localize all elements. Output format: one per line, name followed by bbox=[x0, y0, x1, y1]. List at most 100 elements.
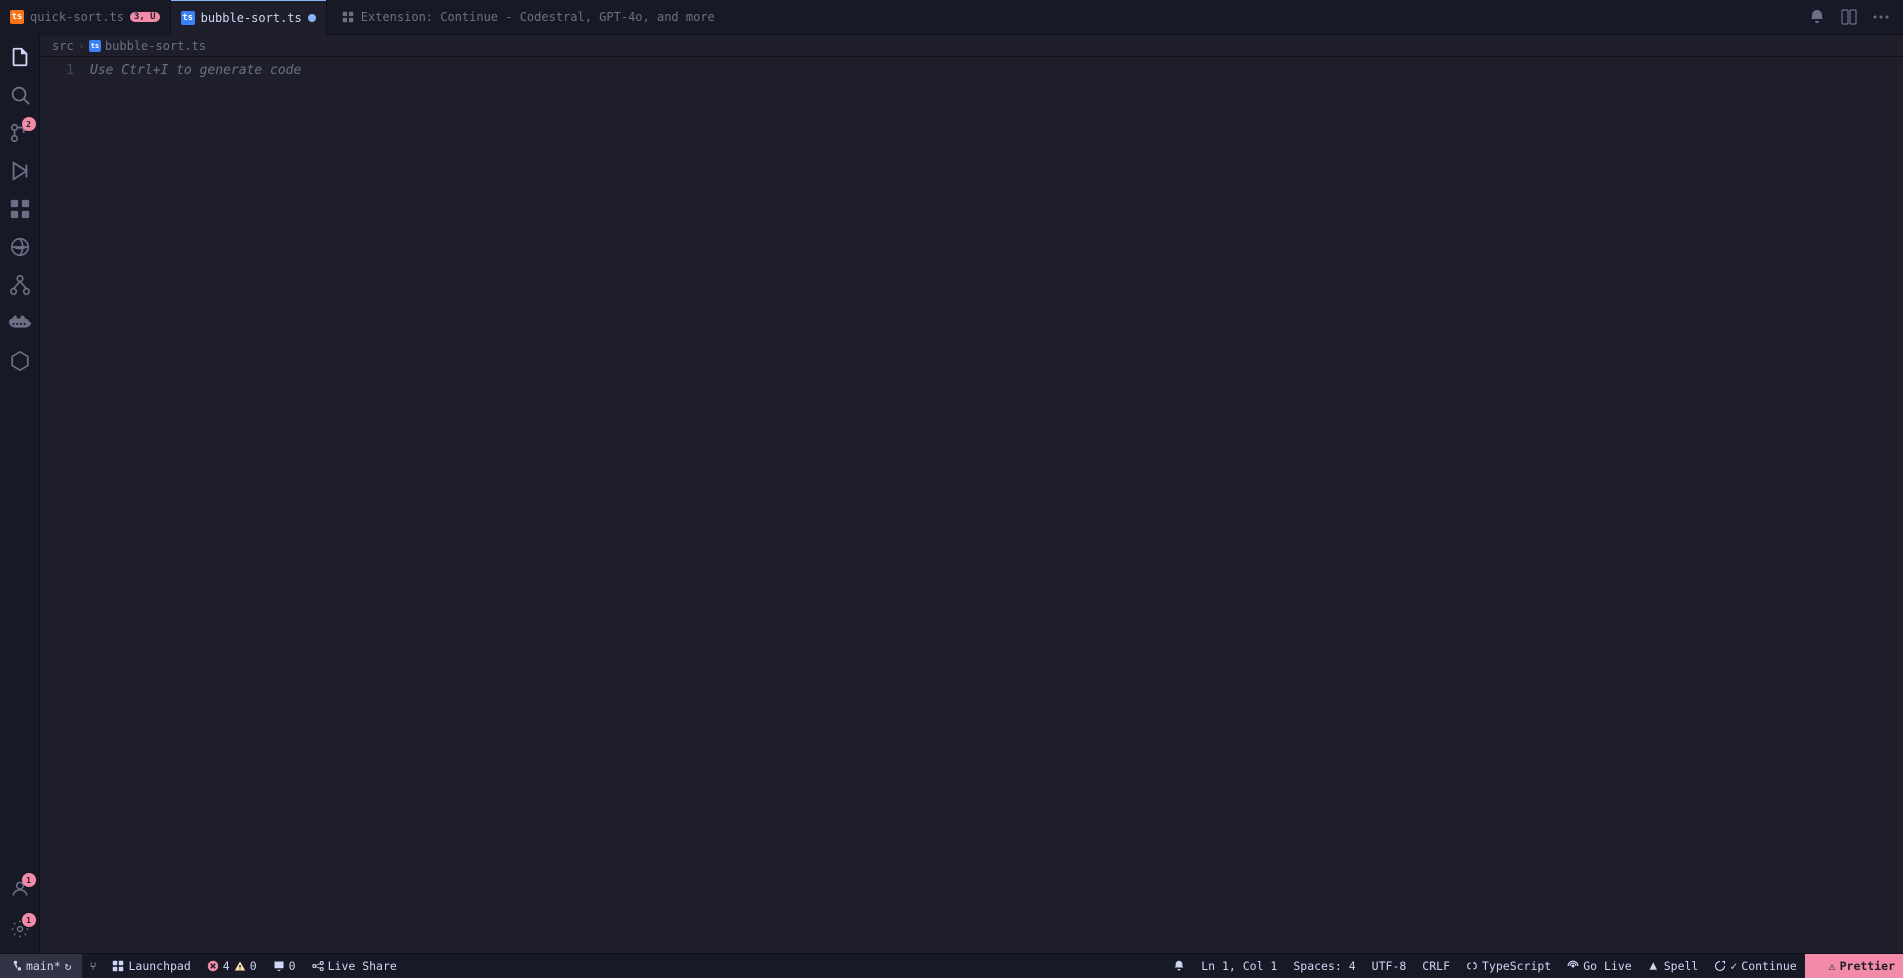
sidebar-item-extensions[interactable] bbox=[2, 191, 38, 227]
braces-icon bbox=[1466, 960, 1478, 972]
go-live-label: Go Live bbox=[1583, 959, 1631, 973]
error-icon bbox=[207, 960, 219, 972]
position-label: Ln 1, Col 1 bbox=[1201, 959, 1277, 973]
line-numbers: 1 bbox=[40, 57, 86, 953]
sidebar-item-hexagon[interactable] bbox=[2, 343, 38, 379]
message-icon bbox=[273, 960, 285, 972]
errors-count: 4 bbox=[223, 959, 230, 973]
code-line-1-text: Use Ctrl+I to generate code bbox=[90, 63, 301, 78]
status-spaces[interactable]: Spaces: 4 bbox=[1285, 954, 1363, 978]
status-position[interactable]: Ln 1, Col 1 bbox=[1193, 954, 1285, 978]
ts-icon-quick-sort: ts bbox=[10, 10, 24, 24]
broadcast-icon bbox=[1567, 960, 1579, 972]
code-line-1: Use Ctrl+I to generate code bbox=[86, 61, 1903, 81]
notifications-button[interactable] bbox=[1803, 3, 1831, 31]
status-bell[interactable] bbox=[1165, 954, 1193, 978]
prettier-icon bbox=[1813, 960, 1825, 972]
live-share-icon bbox=[312, 960, 324, 972]
status-continue[interactable]: ✓ Continue bbox=[1706, 954, 1804, 978]
spell-label: Spell bbox=[1664, 959, 1699, 973]
sidebar-item-remote[interactable] bbox=[2, 229, 38, 265]
git-branch-label: main* bbox=[26, 959, 61, 973]
status-encoding[interactable]: UTF-8 bbox=[1364, 954, 1415, 978]
tab-modified-dot bbox=[308, 14, 316, 22]
layout-icon bbox=[1841, 9, 1857, 25]
extension-tab-label: Extension: Continue - Codestral, GPT-4o,… bbox=[361, 10, 715, 24]
status-more-git[interactable]: ⑂ bbox=[82, 954, 105, 978]
live-share-label: Live Share bbox=[328, 959, 397, 973]
tab-label-bubble-sort: bubble-sort.ts bbox=[201, 11, 302, 25]
hexagon-icon bbox=[9, 350, 31, 372]
prettier-label: Prettier bbox=[1840, 959, 1895, 973]
sync-icon: ↻ bbox=[65, 959, 72, 973]
launchpad-label: Launchpad bbox=[128, 959, 190, 973]
titlebar-actions bbox=[1803, 3, 1903, 31]
more-git-icon: ⑂ bbox=[90, 959, 97, 973]
continue-check: ✓ bbox=[1730, 959, 1737, 973]
status-language[interactable]: TypeScript bbox=[1458, 954, 1559, 978]
continue-label: Continue bbox=[1741, 959, 1796, 973]
status-messages[interactable]: 0 bbox=[265, 954, 304, 978]
sidebar-item-explorer[interactable] bbox=[2, 39, 38, 75]
spaces-label: Spaces: 4 bbox=[1293, 959, 1355, 973]
status-errors[interactable]: 4 0 bbox=[199, 954, 265, 978]
sidebar-item-docker[interactable] bbox=[2, 305, 38, 341]
status-spell[interactable]: Spell bbox=[1640, 954, 1707, 978]
tab-badge-quick-sort: 3, U bbox=[130, 12, 160, 22]
extension-icon bbox=[341, 10, 355, 24]
status-go-live[interactable]: Go Live bbox=[1559, 954, 1639, 978]
sidebar-item-source-control[interactable]: 2 bbox=[2, 115, 38, 151]
line-num-1: 1 bbox=[40, 61, 74, 81]
tab-extension[interactable]: Extension: Continue - Codestral, GPT-4o,… bbox=[327, 10, 729, 24]
editor-area: src › ts bubble-sort.ts 1 Use Ctrl+I to … bbox=[40, 35, 1903, 953]
settings-badge: 1 bbox=[22, 913, 36, 927]
more-button[interactable] bbox=[1867, 3, 1895, 31]
launchpad-icon bbox=[112, 960, 124, 972]
spell-icon bbox=[1648, 960, 1660, 972]
docker-icon bbox=[9, 312, 31, 334]
titlebar: ts quick-sort.ts 3, U ts bubble-sort.ts … bbox=[0, 0, 1903, 35]
sidebar-item-gitlens[interactable] bbox=[2, 267, 38, 303]
search-icon bbox=[9, 84, 31, 106]
more-icon bbox=[1873, 9, 1889, 25]
tab-bubble-sort[interactable]: ts bubble-sort.ts bbox=[171, 0, 326, 35]
files-icon bbox=[9, 46, 31, 68]
tab-label-quick-sort: quick-sort.ts bbox=[30, 10, 124, 24]
layout-button[interactable] bbox=[1835, 3, 1863, 31]
branch-icon bbox=[10, 960, 22, 972]
status-left: main* ↻ ⑂ Launchpad 4 bbox=[0, 954, 405, 978]
activitybar: 2 bbox=[0, 35, 40, 953]
run-icon bbox=[9, 160, 31, 182]
tab-quick-sort[interactable]: ts quick-sort.ts 3, U bbox=[0, 0, 170, 35]
breadcrumb-src[interactable]: src bbox=[52, 39, 74, 53]
messages-count: 0 bbox=[289, 959, 296, 973]
bell-icon bbox=[1809, 9, 1825, 25]
accounts-badge: 1 bbox=[22, 873, 36, 887]
extensions-icon bbox=[9, 198, 31, 220]
code-content[interactable]: Use Ctrl+I to generate code bbox=[86, 57, 1903, 953]
status-prettier[interactable]: ⚠ Prettier bbox=[1805, 954, 1903, 978]
status-bell-icon bbox=[1173, 960, 1185, 972]
sidebar-item-run[interactable] bbox=[2, 153, 38, 189]
status-git-branch[interactable]: main* ↻ bbox=[0, 954, 82, 978]
source-control-badge: 2 bbox=[22, 117, 36, 131]
status-launchpad[interactable]: Launchpad bbox=[104, 954, 198, 978]
sidebar-item-settings[interactable]: 1 bbox=[2, 911, 38, 947]
sidebar-item-search[interactable] bbox=[2, 77, 38, 113]
prettier-warning: ⚠ bbox=[1829, 959, 1836, 973]
remote-icon bbox=[9, 236, 31, 258]
breadcrumb-file[interactable]: bubble-sort.ts bbox=[105, 39, 206, 53]
code-editor[interactable]: 1 Use Ctrl+I to generate code bbox=[40, 57, 1903, 953]
statusbar: main* ↻ ⑂ Launchpad 4 bbox=[0, 953, 1903, 978]
status-live-share[interactable]: Live Share bbox=[304, 954, 405, 978]
sidebar-item-accounts[interactable]: 1 bbox=[2, 871, 38, 907]
warning-icon bbox=[234, 960, 246, 972]
continue-icon bbox=[1714, 960, 1726, 972]
status-line-ending[interactable]: CRLF bbox=[1414, 954, 1458, 978]
activity-bottom: 1 1 bbox=[2, 871, 38, 953]
encoding-label: UTF-8 bbox=[1372, 959, 1407, 973]
ts-icon-bubble-sort: ts bbox=[181, 11, 195, 25]
breadcrumb-ts-icon: ts bbox=[89, 40, 101, 52]
main-layout: 2 bbox=[0, 35, 1903, 953]
breadcrumb: src › ts bubble-sort.ts bbox=[40, 35, 1903, 57]
